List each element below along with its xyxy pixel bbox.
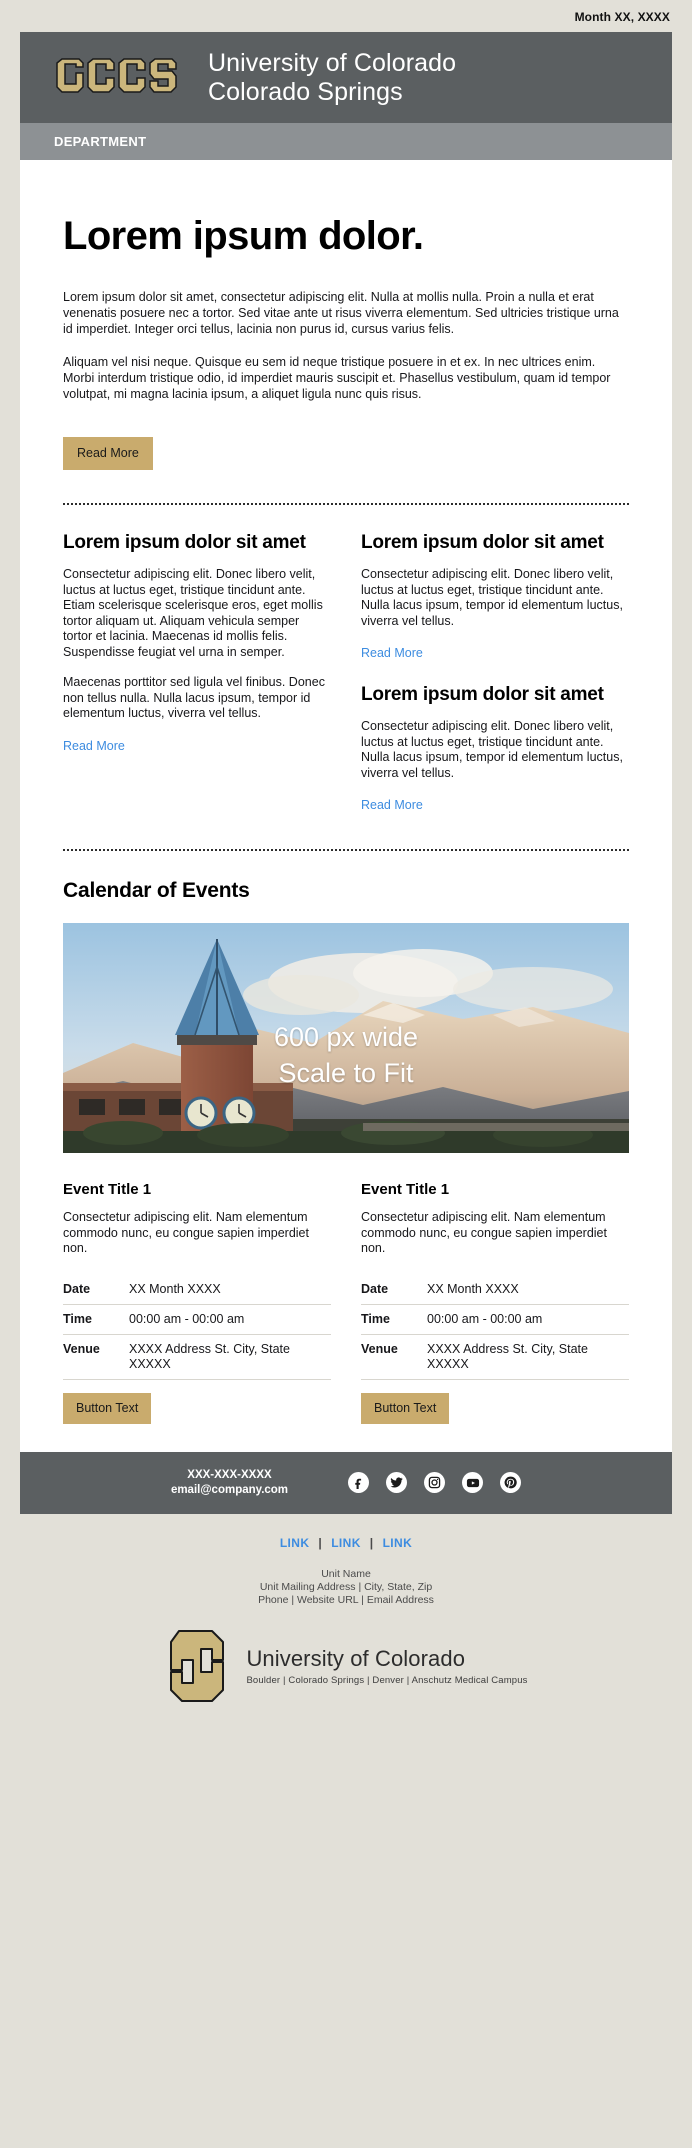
footer-contact-bar: XXX-XXX-XXXX email@company.com <box>20 1451 672 1514</box>
event-button[interactable]: Button Text <box>63 1392 152 1424</box>
cu-name: University of Colorado <box>246 1645 466 1671</box>
event-time-value: 00:00 am - 00:00 am <box>427 1304 629 1335</box>
masthead-title-line2: Colorado Springs <box>208 77 403 106</box>
uccs-logo <box>56 57 177 93</box>
footer-phone: XXX-XXX-XXXX <box>187 1468 272 1481</box>
email-newsletter-page: Month XX, XXXX University of Colorado Co… <box>0 0 692 2148</box>
column-left-read-more-link[interactable]: Read More <box>63 739 125 753</box>
cu-logo <box>170 1629 225 1702</box>
event-venue-label: Venue <box>63 1334 129 1380</box>
event-date-value: XX Month XXXX <box>129 1274 331 1305</box>
event-venue-value: XXXX Address St. City, State XXXXX <box>129 1334 331 1380</box>
event-date-value: XX Month XXXX <box>427 1274 629 1305</box>
bottom-link-1[interactable]: LINK <box>271 1536 319 1550</box>
column-right-bottom-paragraph: Consectetur adipiscing elit. Donec liber… <box>361 719 623 780</box>
link-separator-2: | <box>369 1535 374 1550</box>
hero-paragraph-1: Lorem ipsum dolor sit amet, consectetur … <box>63 290 619 336</box>
column-right: Lorem ipsum dolor sit amet Consectetur a… <box>361 532 629 816</box>
event-details-table: Date XX Month XXXX Time 00:00 am - 00:00… <box>361 1274 629 1380</box>
column-right-top-heading: Lorem ipsum dolor sit amet <box>361 532 604 553</box>
event-date-label: Date <box>361 1274 427 1305</box>
events-section: Event Title 1 Consectetur adipiscing eli… <box>63 1153 629 1452</box>
column-left-heading: Lorem ipsum dolor sit amet <box>63 532 306 553</box>
footer-email: email@company.com <box>170 1483 289 1496</box>
cu-branding: University of Colorado Boulder | Colorad… <box>0 1607 692 1727</box>
table-row: Date XX Month XXXX <box>361 1274 629 1305</box>
masthead: University of Colorado Colorado Springs <box>20 32 672 123</box>
event-time-label: Time <box>63 1304 129 1335</box>
masthead-title-line1: University of Colorado <box>208 48 457 77</box>
table-row: Venue XXXX Address St. City, State XXXXX <box>361 1334 629 1380</box>
cu-campuses: Boulder | Colorado Springs | Denver | An… <box>246 1674 528 1686</box>
column-left: Lorem ipsum dolor sit amet Consectetur a… <box>63 532 331 816</box>
event-title: Event Title 1 <box>361 1181 450 1198</box>
column-left-paragraph-1: Consectetur adipiscing elit. Donec liber… <box>63 567 323 659</box>
campus-photo: 600 px wide Scale to Fit <box>63 923 629 1153</box>
table-row: Time 00:00 am - 00:00 am <box>361 1304 629 1335</box>
event-venue-value: XXXX Address St. City, State XXXXX <box>427 1334 629 1380</box>
two-column-section: Lorem ipsum dolor sit amet Consectetur a… <box>63 505 629 816</box>
bottom-link-row: LINK | LINK | LINK <box>0 1536 692 1550</box>
event-time-value: 00:00 am - 00:00 am <box>129 1304 331 1335</box>
social-links <box>348 1472 522 1493</box>
event-time-label: Time <box>361 1304 427 1335</box>
column-right-bottom-heading: Lorem ipsum dolor sit amet <box>361 684 604 705</box>
event-details-table: Date XX Month XXXX Time 00:00 am - 00:00… <box>63 1274 331 1380</box>
unit-info: Unit Name Unit Mailing Address | City, S… <box>0 1568 692 1607</box>
event-card: Event Title 1 Consectetur adipiscing eli… <box>361 1181 629 1424</box>
event-description: Consectetur adipiscing elit. Nam element… <box>63 1210 309 1255</box>
cu-text-block: University of Colorado Boulder | Colorad… <box>246 1646 527 1686</box>
masthead-title: University of Colorado Colorado Springs <box>208 49 456 107</box>
department-bar: DEPARTMENT <box>20 123 672 160</box>
youtube-icon[interactable] <box>462 1472 484 1493</box>
table-row: Date XX Month XXXX <box>63 1274 331 1305</box>
event-button[interactable]: Button Text <box>361 1392 450 1424</box>
main-content: Lorem ipsum dolor. Lorem ipsum dolor sit… <box>20 160 672 1452</box>
unit-address: Unit Mailing Address | City, State, Zip <box>259 1580 433 1593</box>
event-date-label: Date <box>63 1274 129 1305</box>
column-right-top-paragraph: Consectetur adipiscing elit. Donec liber… <box>361 567 623 628</box>
unit-contact: Phone | Website URL | Email Address <box>258 1593 434 1606</box>
pinterest-icon[interactable] <box>500 1472 522 1493</box>
hero-paragraph-2: Aliquam vel nisi neque. Quisque eu sem i… <box>63 355 611 401</box>
calendar-heading: Calendar of Events <box>63 879 250 902</box>
page-title: Lorem ipsum dolor. <box>63 214 424 258</box>
bottom-link-3[interactable]: LINK <box>374 1536 422 1550</box>
contact-info: XXX-XXX-XXXX email@company.com <box>171 1468 288 1498</box>
date-line: Month XX, XXXX <box>574 10 670 24</box>
instagram-icon[interactable] <box>424 1472 446 1493</box>
event-card: Event Title 1 Consectetur adipiscing eli… <box>63 1181 331 1424</box>
bottom-link-2[interactable]: LINK <box>322 1536 370 1550</box>
column-right-bottom-read-more-link[interactable]: Read More <box>361 798 423 812</box>
read-more-button[interactable]: Read More <box>63 437 153 470</box>
department-label: DEPARTMENT <box>54 134 147 149</box>
table-row: Venue XXXX Address St. City, State XXXXX <box>63 1334 331 1380</box>
unit-name: Unit Name <box>321 1567 371 1580</box>
event-venue-label: Venue <box>361 1334 427 1380</box>
table-row: Time 00:00 am - 00:00 am <box>63 1304 331 1335</box>
campus-photo-image <box>63 923 629 1153</box>
event-description: Consectetur adipiscing elit. Nam element… <box>361 1210 607 1255</box>
event-title: Event Title 1 <box>63 1181 152 1198</box>
divider-bottom <box>63 849 629 851</box>
email-body: University of Colorado Colorado Springs … <box>20 32 672 1514</box>
column-right-top-read-more-link[interactable]: Read More <box>361 646 423 660</box>
facebook-icon[interactable] <box>348 1472 370 1493</box>
bottom-section: LINK | LINK | LINK Unit Name Unit Mailing Ad… <box>0 1513 692 1727</box>
column-left-paragraph-2: Maecenas porttitor sed ligula vel finibu… <box>63 675 325 720</box>
twitter-icon[interactable] <box>386 1472 408 1493</box>
